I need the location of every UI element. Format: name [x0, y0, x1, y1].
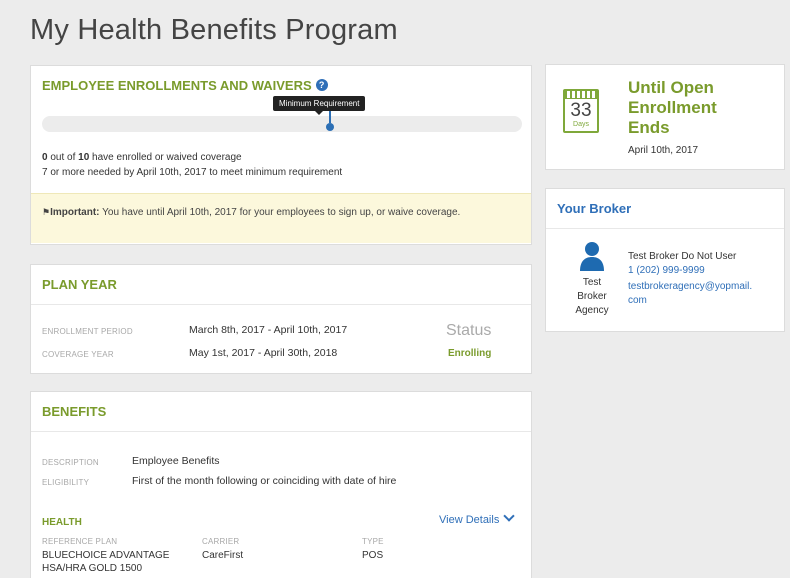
flag-icon: ⚑	[42, 207, 51, 217]
benefits-header: BENEFITS	[31, 392, 531, 432]
broker-name: Test Broker Do Not User	[628, 251, 737, 262]
days-count: 33	[570, 100, 592, 121]
important-text: You have until April 10th, 2017 for your…	[99, 207, 461, 218]
description-value: Employee Benefits	[132, 455, 220, 467]
open-enrollment-title-line2: Enrollment	[628, 98, 717, 117]
needed-line: 7 or more needed by April 10th, 2017 to …	[42, 167, 343, 178]
enrolled-summary: 0 out of 10 have enrolled or waived cove…	[42, 152, 242, 163]
broker-phone-link[interactable]: 1 (202) 999-9999	[628, 265, 705, 276]
status-label: Status	[446, 322, 492, 339]
view-details-label: View Details	[439, 514, 500, 526]
important-notice: ⚑Important: You have until April 10th, 2…	[31, 193, 531, 243]
minimum-requirement-tooltip: Minimum Requirement	[273, 96, 366, 115]
broker-header: Your Broker	[546, 189, 784, 229]
plan-year-title: PLAN YEAR	[42, 277, 117, 292]
enrolled-mid: out of	[47, 152, 79, 163]
important-label: Important:	[50, 207, 100, 218]
days-label: Days	[573, 121, 589, 128]
eligibility-label: ELIGIBILITY	[42, 478, 90, 487]
health-label: HEALTH	[42, 517, 82, 528]
carrier-label: CARRIER	[202, 537, 240, 546]
broker-agency-line1: Test	[582, 277, 602, 288]
enrolled-suffix: have enrolled or waived coverage	[89, 152, 242, 163]
broker-agency-line3: Agency	[575, 305, 609, 316]
enrollment-card-title: EMPLOYEE ENROLLMENTS AND WAIVERS	[42, 77, 312, 93]
open-enrollment-card: 33 Days Until Open Enrollment Ends April…	[545, 64, 785, 170]
reference-plan-label: REFERENCE PLAN	[42, 537, 118, 546]
reference-plan-value-1: BLUECHOICE ADVANTAGE	[42, 550, 170, 561]
minimum-requirement-marker-line	[329, 111, 331, 123]
benefits-card: BENEFITS DESCRIPTION Employee Benefits E…	[30, 391, 532, 578]
broker-title: Your Broker	[557, 201, 632, 216]
calendar-icon: 33 Days	[563, 89, 599, 133]
enrollment-period-label: ENROLLMENT PERIOD	[42, 327, 133, 336]
benefits-title: BENEFITS	[42, 404, 107, 419]
plan-year-card: PLAN YEAR ENROLLMENT PERIOD March 8th, 2…	[30, 264, 532, 374]
user-icon	[580, 242, 604, 271]
carrier-value: CareFirst	[202, 550, 244, 561]
calendar-rings	[565, 91, 597, 99]
coverage-year-value: May 1st, 2017 - April 30th, 2018	[189, 347, 338, 359]
open-enrollment-title-line3: Ends	[628, 118, 670, 137]
broker-email-line2: com	[628, 295, 647, 306]
total-count: 10	[78, 152, 90, 163]
broker-agency-line2: Broker	[577, 291, 607, 302]
minimum-requirement-marker	[326, 123, 334, 131]
type-label: TYPE	[362, 537, 384, 546]
help-icon[interactable]: ?	[315, 79, 328, 91]
plan-year-header: PLAN YEAR	[31, 265, 531, 305]
page-title: My Health Benefits Program	[30, 14, 398, 46]
reference-plan-value-2: HSA/HRA GOLD 1500	[42, 563, 143, 574]
enrollment-period-value: March 8th, 2017 - April 10th, 2017	[189, 324, 348, 336]
enrollment-progress-bar	[42, 116, 522, 132]
open-enrollment-title: Until Open Enrollment Ends	[628, 78, 717, 138]
eligibility-value: First of the month following or coincidi…	[132, 475, 397, 487]
broker-email-link[interactable]: testbrokeragency@yopmail. com	[628, 280, 752, 308]
broker-card: Your Broker Test Broker Agency Test Brok…	[545, 188, 785, 332]
description-label: DESCRIPTION	[42, 458, 99, 467]
view-details-link[interactable]: View Details	[439, 510, 516, 526]
type-value: POS	[362, 550, 384, 561]
enrollment-card: EMPLOYEE ENROLLMENTS AND WAIVERS ? Minim…	[30, 65, 532, 245]
status-badge: Enrolling	[448, 348, 492, 359]
open-enrollment-title-line1: Until Open	[628, 78, 714, 97]
coverage-year-label: COVERAGE YEAR	[42, 350, 114, 359]
broker-agency-name: Test Broker Agency	[560, 276, 624, 318]
broker-email-line1: testbrokeragency@yopmail.	[628, 281, 753, 292]
open-enrollment-date: April 10th, 2017	[628, 145, 699, 156]
chevron-down-icon	[503, 510, 516, 522]
